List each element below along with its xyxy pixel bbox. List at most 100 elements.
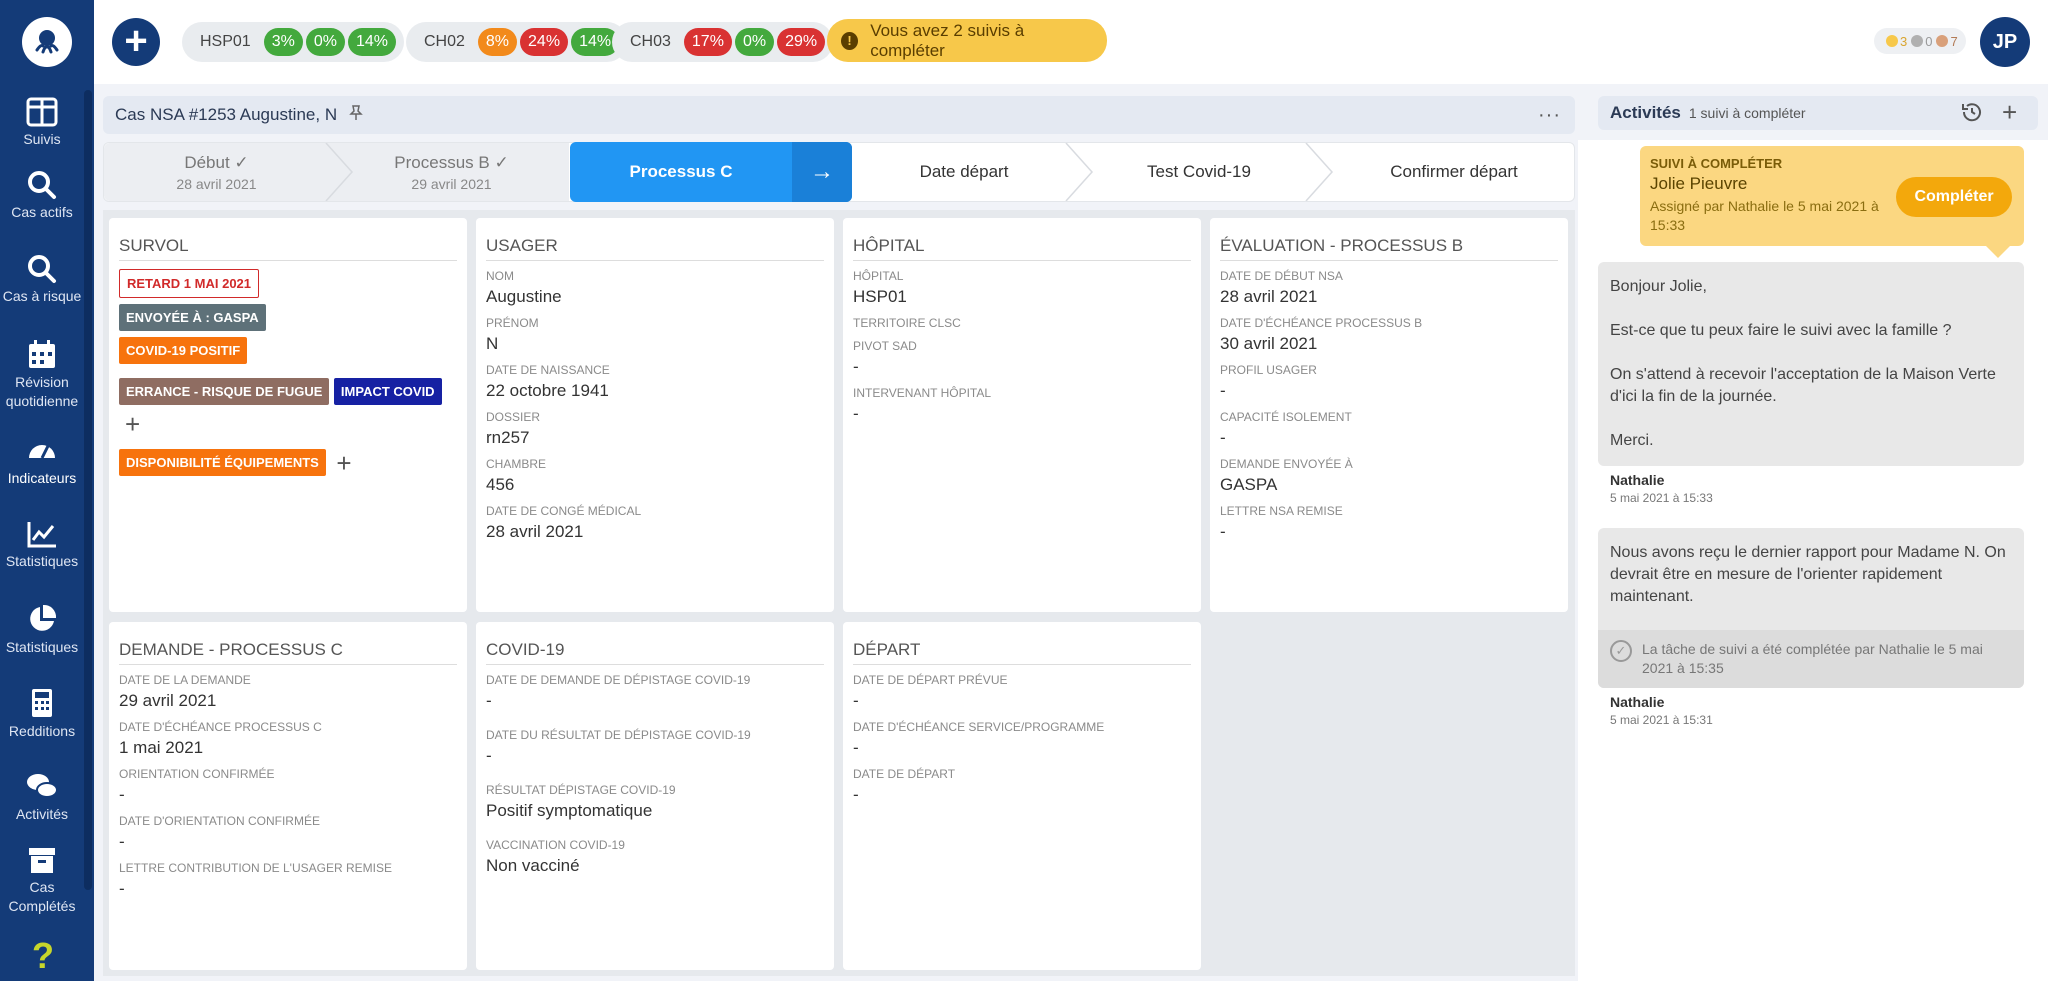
nav-item-statistiques-lignes[interactable]: Statistiques (0, 519, 84, 571)
nav-item-cas-actifs[interactable]: Cas actifs (0, 170, 84, 222)
add-tag-icon[interactable]: + (336, 450, 351, 476)
field-label: Date de demande de dépistage COVID-19 (486, 673, 751, 687)
step-debut[interactable]: Début ✓ 28 avril 2021 (104, 143, 329, 201)
count-yellow: 3 (1900, 33, 1908, 49)
add-case-button[interactable]: + (112, 18, 160, 66)
gauge-icon (29, 445, 55, 459)
field-label: Date de la demande (119, 673, 251, 687)
help-icon[interactable]: ? (28, 935, 58, 976)
message-date: 5 mai 2021 à 15:33 (1610, 491, 1713, 505)
nav-label: Indicateurs (7, 470, 77, 486)
usager-panel: Usager Nom Augustine Prénom N Date de na… (476, 218, 834, 612)
nav-item-revision-quotidienne[interactable]: Révision quotidienne (0, 338, 84, 411)
field-label: Date d'échéance service/programme (853, 720, 1105, 734)
history-icon[interactable] (1960, 100, 1984, 130)
field-label: Intervenant hôpital (853, 386, 992, 400)
site-ch02[interactable]: CH02 8% 24% 14% (406, 22, 628, 62)
notification-counts[interactable]: 3 0 7 (1874, 28, 1966, 54)
step-label: Date départ (919, 162, 1009, 181)
rate-pill: 0% (305, 28, 345, 56)
check-circle-icon: ✓ (1610, 640, 1632, 662)
activity-message: Bonjour Jolie, Est-ce que tu peux faire … (1598, 262, 2024, 466)
case-title-prefix: Cas NSA # (115, 105, 199, 124)
field-label: Chambre (486, 457, 547, 471)
nav-item-activites[interactable]: Activités (0, 770, 84, 824)
case-title: 1253 Augustine, N (198, 105, 338, 124)
nav-item-indicateurs[interactable]: Indicateurs (0, 436, 84, 488)
nav-item-redditions[interactable]: Redditions (0, 687, 84, 741)
archive-icon (29, 848, 55, 873)
demande-panel: Demande - Processus C Date de la demande… (109, 622, 467, 970)
step-test-covid[interactable]: Test Covid-19 (1094, 143, 1304, 201)
suivi-assigned-by: Assigné par Nathalie le 5 mai 2021 à 15:… (1650, 198, 1879, 233)
step-label: Test Covid-19 (1147, 162, 1251, 181)
pin-icon[interactable] (349, 104, 363, 126)
field-value: - (853, 404, 859, 423)
nav-item-suivis[interactable]: Suivis (0, 97, 84, 149)
field-label: Prénom (486, 316, 539, 330)
nav-item-statistiques-secteurs[interactable]: Statistiques (0, 603, 84, 657)
field-value: - (1220, 381, 1226, 400)
field-value: 22 octobre 1941 (486, 381, 609, 400)
message-line: Est-ce que tu peux faire le suivi avec l… (1610, 322, 1952, 339)
calendar-icon (29, 340, 55, 368)
avatar[interactable]: JP (1980, 17, 2030, 67)
field-label: Pivot SAD (853, 339, 917, 353)
field-label: Demande envoyée à (1220, 457, 1353, 471)
tag-retard[interactable]: Retard 1 mai 2021 (119, 269, 260, 298)
rate-pill: 14% (347, 28, 396, 56)
add-activity-icon[interactable]: + (2002, 97, 2017, 128)
grey-dot-icon (1911, 35, 1924, 47)
field-label: Nom (486, 269, 514, 283)
field-value: Positif symptomatique (486, 801, 653, 820)
step-date-depart[interactable]: Date départ (864, 143, 1064, 201)
more-options-icon[interactable]: ··· (1538, 104, 1561, 127)
field-label: Hôpital (853, 269, 904, 283)
field-label: Capacité isolement (1220, 410, 1352, 424)
rate-pill: 24% (520, 28, 569, 56)
site-hsp01[interactable]: HSP01 3% 0% 14% (182, 22, 404, 62)
search-icon (28, 255, 56, 283)
step-label: Confirmer départ (1390, 162, 1518, 181)
rate-pill: 0% (734, 28, 775, 56)
next-step-arrow-icon[interactable]: → (792, 142, 852, 202)
field-value: GASPA (1220, 475, 1278, 494)
complete-suivi-button[interactable]: Compléter (1896, 177, 2012, 217)
tag-envoyee[interactable]: Envoyée à : GASPA (119, 304, 266, 331)
tag-errance[interactable]: Errance - Risque de fugue (119, 378, 330, 405)
nav-item-cas-completes[interactable]: Cas Complétés (0, 845, 84, 916)
nav-item-cas-a-risque[interactable]: Cas à risque (0, 254, 84, 306)
activity-message: Nous avons reçu le dernier rapport pour … (1598, 528, 2024, 688)
field-value: HSP01 (853, 287, 907, 306)
octopus-logo-icon[interactable] (22, 17, 72, 67)
top-bar: + HSP01 3% 0% 14% CH02 8% 24% 14% CH03 1… (94, 0, 2048, 84)
suivis-alert-button[interactable]: ! Vous avez 2 suivis à compléter (827, 19, 1107, 62)
add-tag-icon[interactable]: + (125, 411, 140, 437)
site-ch03[interactable]: CH03 17% 0% 29% (612, 22, 834, 62)
process-stepper: Début ✓ 28 avril 2021 Processus B ✓ 29 a… (103, 142, 1575, 202)
count-brown: 7 (1950, 33, 1958, 49)
step-confirmer-depart[interactable]: Confirmer départ (1334, 143, 1574, 201)
field-label: Date du résultat de dépistage COVID-19 (486, 728, 751, 742)
step-processus-b[interactable]: Processus B ✓ 29 avril 2021 (339, 143, 564, 201)
step-label: Processus C (629, 162, 733, 181)
field-value: 28 avril 2021 (486, 522, 584, 541)
field-label: Date d'orientation confirmée (119, 814, 320, 828)
chat-icon (27, 774, 58, 798)
field-value: - (119, 832, 125, 851)
main-nav: Suivis Cas actifs Cas à risque Révision … (0, 0, 94, 981)
covid-panel: COVID-19 Date de demande de dépistage CO… (476, 622, 834, 970)
message-author: Nathalie (1610, 472, 1665, 488)
step-label: Début ✓ (184, 152, 249, 172)
field-label: Dossier (486, 410, 541, 424)
field-label: Date de naissance (486, 363, 610, 377)
rate-pill: 29% (777, 28, 826, 56)
nav-label: Statistiques (5, 553, 79, 569)
tag-covid-positif[interactable]: COVID-19 Positif (119, 337, 248, 364)
field-value: - (1220, 428, 1226, 447)
nav-scrollbar[interactable] (84, 90, 92, 890)
tag-disponibilite[interactable]: Disponibilité équipements (119, 449, 326, 476)
tag-impact-covid[interactable]: Impact COVID (333, 378, 442, 405)
field-value: rn257 (486, 428, 530, 447)
nav-label: Cas actifs (11, 204, 73, 220)
